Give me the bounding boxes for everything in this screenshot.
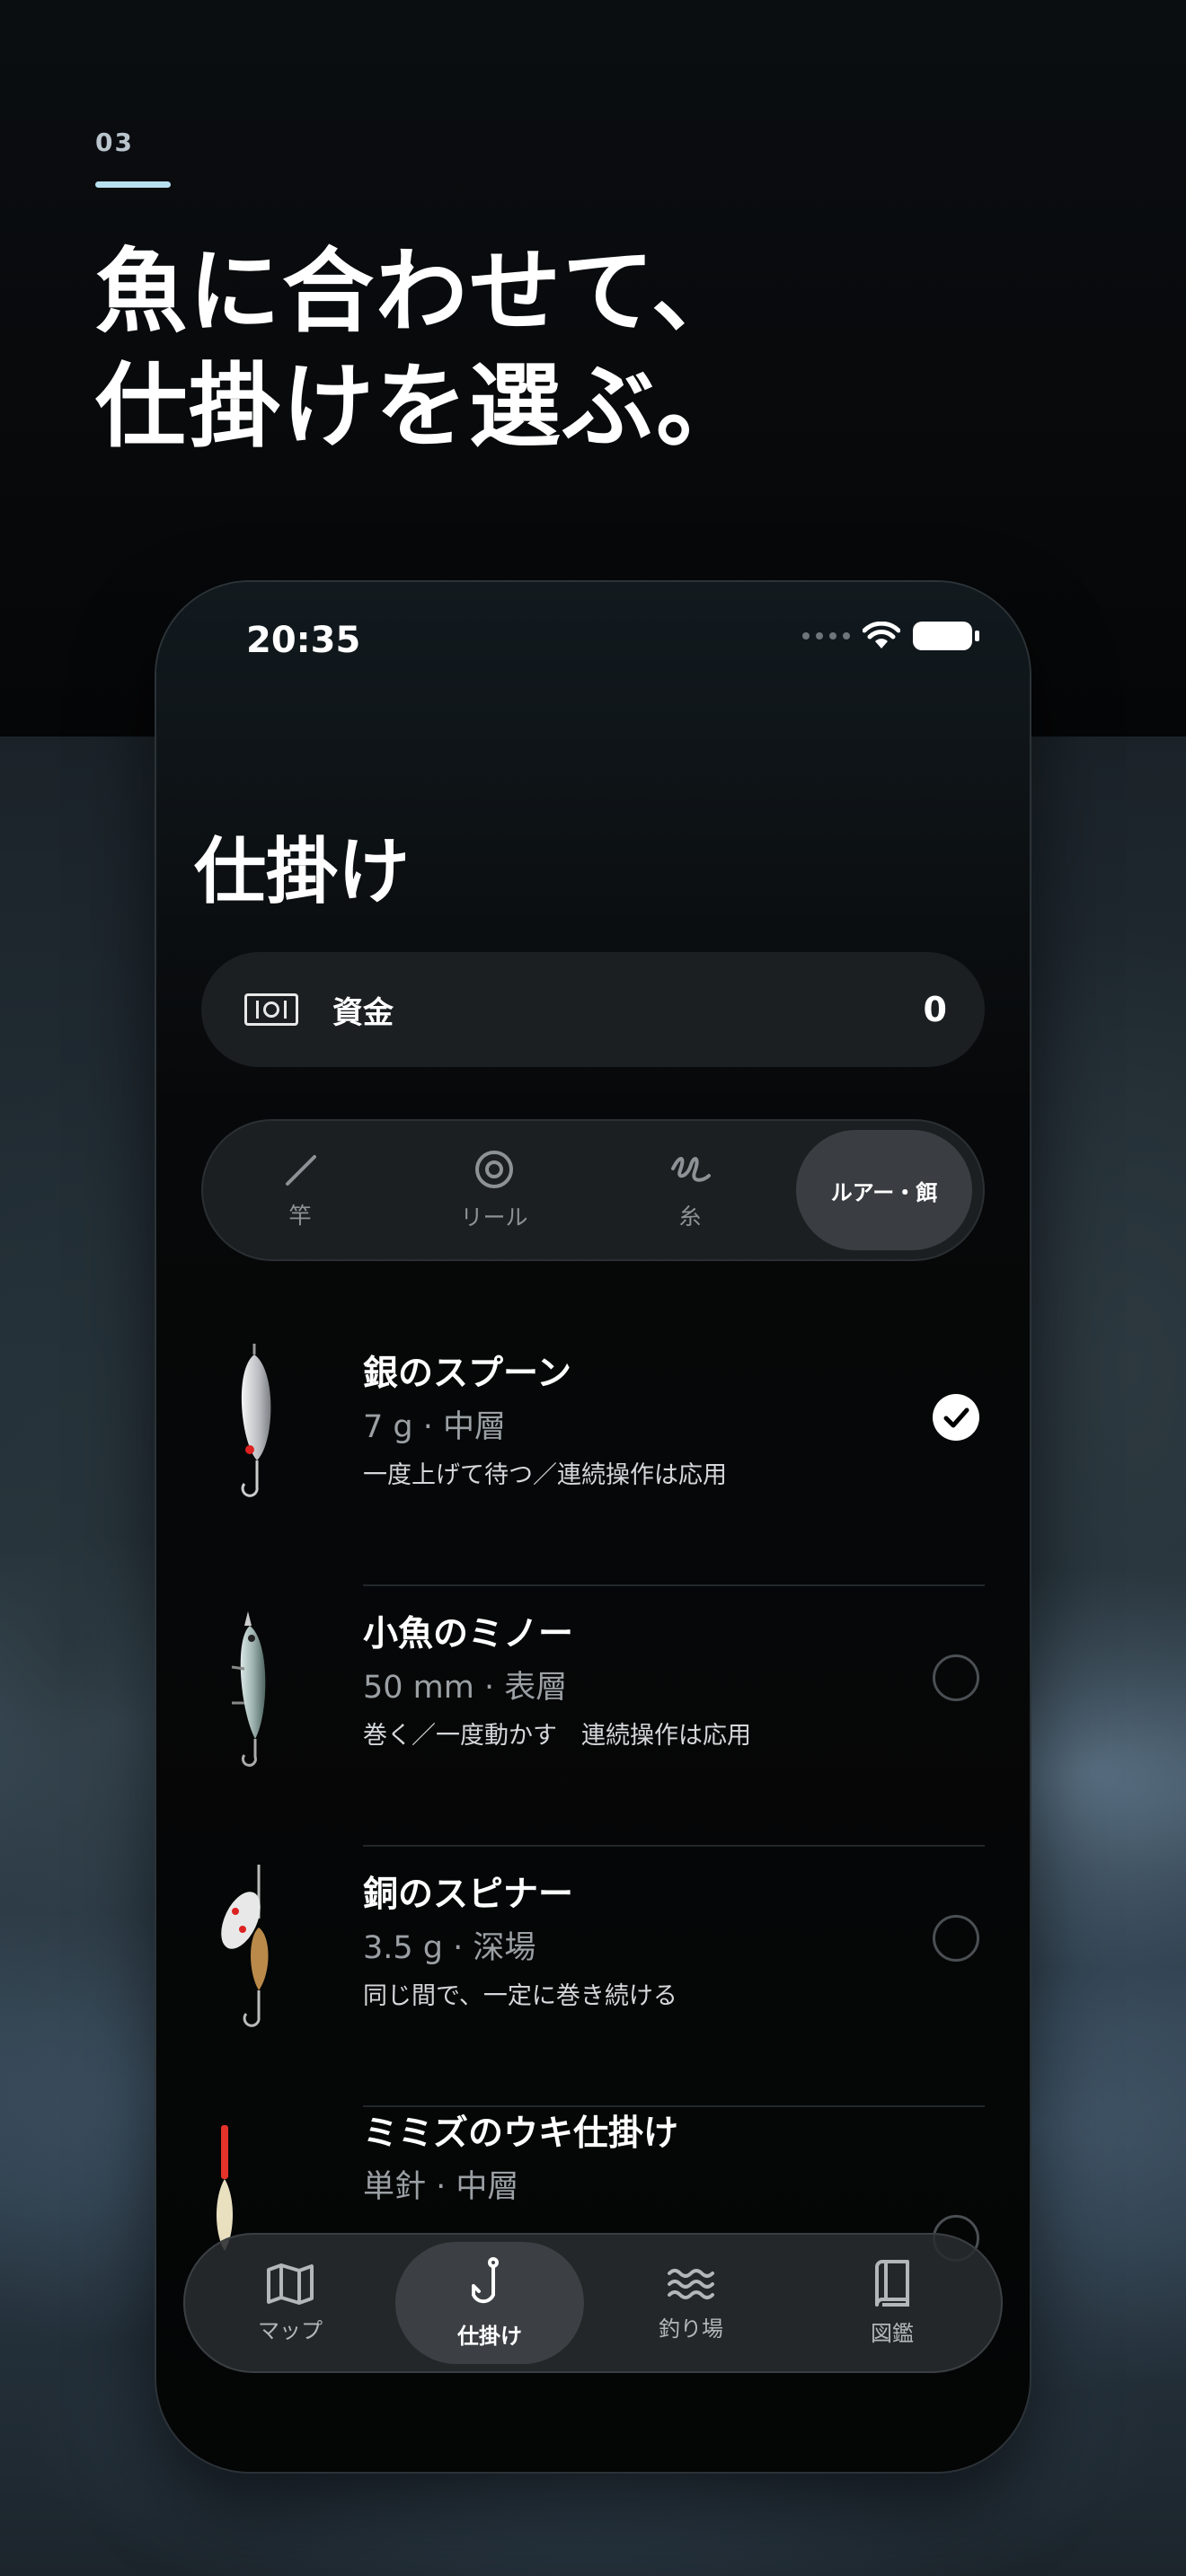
funds-label: 資金 xyxy=(332,994,394,1031)
status-time: 20:35 xyxy=(246,620,361,661)
item-name: ミミズのウキ仕掛け xyxy=(363,2113,679,2154)
map-icon xyxy=(267,2263,314,2305)
nav-label: マップ xyxy=(258,2317,323,2343)
item-spec: 3.5 g · 深場 xyxy=(363,1930,536,1966)
wifi-icon xyxy=(863,622,900,648)
money-icon xyxy=(244,993,298,1026)
nav-label: 図鑑 xyxy=(871,2320,914,2346)
promo-headline: 魚に合わせて、 仕掛けを選ぶ。 xyxy=(95,235,1084,465)
funds-value: 0 xyxy=(923,990,947,1029)
nav-label: 釣り場 xyxy=(659,2316,723,2342)
item-spec: 単針 · 中層 xyxy=(363,2169,519,2205)
waves-icon xyxy=(668,2268,714,2299)
tab-rod[interactable]: 竿 xyxy=(212,1130,388,1250)
nav-label: 仕掛け xyxy=(457,2323,522,2349)
item-name: 小魚のミノー xyxy=(363,1614,574,1654)
item-description: 一度上げて待つ／連続操作は応用 xyxy=(363,1461,727,1489)
battery-icon xyxy=(913,622,979,650)
nav-item-map[interactable]: マップ xyxy=(196,2242,385,2364)
nav-item-fishing-spot[interactable]: 釣り場 xyxy=(597,2242,785,2364)
spinner-lure-icon xyxy=(221,1865,269,2027)
spoon-lure-icon xyxy=(241,1344,271,1497)
list-item[interactable]: 銀のスプーン 7 g · 中層 一度上げて待つ／連続操作は応用 xyxy=(156,1326,1030,1586)
item-description: 同じ間で、一定に巻き続ける xyxy=(363,1982,677,2010)
tab-label: リール xyxy=(460,1204,528,1231)
bottom-tab-bar: マップ 仕掛け 釣り場 図鑑 xyxy=(183,2233,1003,2373)
headline-line-1: 魚に合わせて、 xyxy=(95,239,745,346)
page-title: 仕掛け xyxy=(194,830,410,913)
nav-item-tackle[interactable]: 仕掛け xyxy=(395,2242,584,2364)
step-number: 03 xyxy=(95,128,134,157)
tab-label: 竿 xyxy=(288,1203,312,1229)
tab-label: ルアー・餌 xyxy=(830,1179,938,1205)
tab-line[interactable]: 糸 xyxy=(602,1130,778,1250)
unselected-radio-icon[interactable] xyxy=(933,1915,979,1962)
nav-item-encyclopedia[interactable]: 図鑑 xyxy=(798,2242,987,2364)
item-spec: 50 mm · 表層 xyxy=(363,1670,568,1706)
tab-label: 糸 xyxy=(678,1204,702,1230)
step-accent-line xyxy=(95,181,171,188)
item-name: 銅のスピナー xyxy=(363,1875,574,1915)
list-item[interactable]: 小魚のミノー 50 mm · 表層 巻く／一度動かす 連続操作は応用 xyxy=(156,1586,1030,1847)
status-icons xyxy=(802,622,979,650)
headline-line-2: 仕掛けを選ぶ。 xyxy=(95,354,749,461)
book-icon xyxy=(875,2259,909,2307)
minnow-lure-icon xyxy=(231,1611,266,1767)
gear-category-tabs: 竿 リール 糸 ルアー・餌 xyxy=(201,1119,985,1261)
reel-icon xyxy=(475,1151,513,1188)
hook-icon xyxy=(472,2256,499,2303)
rod-icon xyxy=(286,1155,316,1186)
funds-card: 資金 0 xyxy=(201,952,985,1067)
item-name: 銀のスプーン xyxy=(363,1354,572,1394)
unselected-radio-icon[interactable] xyxy=(933,1654,979,1701)
item-description: 巻く／一度動かす 連続操作は応用 xyxy=(363,1722,751,1750)
list-item[interactable]: 銅のスピナー 3.5 g · 深場 同じ間で、一定に巻き続ける xyxy=(156,1847,1030,2107)
signal-dots-icon xyxy=(802,632,850,640)
selected-check-icon[interactable] xyxy=(933,1394,979,1441)
tab-reel[interactable]: リール xyxy=(406,1130,582,1250)
line-icon xyxy=(671,1157,711,1182)
item-spec: 7 g · 中層 xyxy=(363,1409,506,1445)
phone-frame: 20:35 仕掛け 資金 0 竿 リール 糸 ルアー・餌 銀のスプーン 7 g … xyxy=(156,582,1030,2472)
tab-lure-bait[interactable]: ルアー・餌 xyxy=(796,1130,972,1250)
